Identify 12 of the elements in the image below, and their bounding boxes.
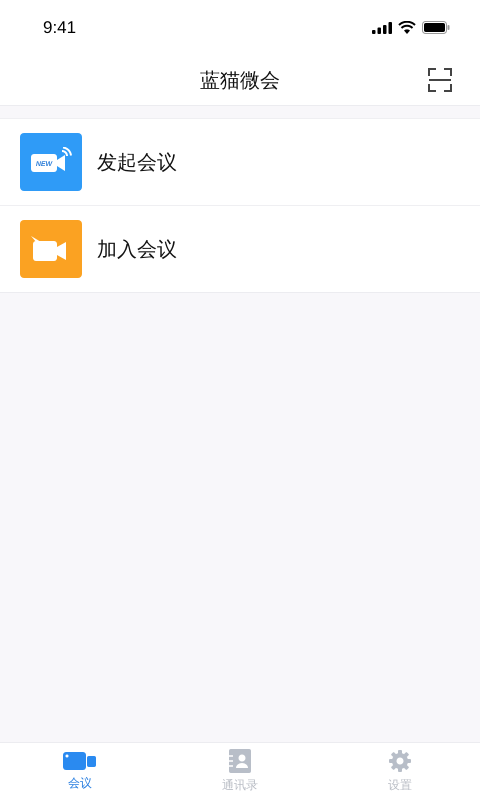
wifi-icon [398,21,416,34]
video-camera-icon [63,751,97,771]
scan-icon[interactable] [428,68,452,92]
menu-item-label[interactable]: 加入会议 [97,236,177,262]
settings-icon [388,749,412,773]
signal-icon [372,22,392,34]
menu-item-label[interactable]: 发起会议 [97,148,177,176]
tab-bar-item[interactable]: 会议 [0,743,160,800]
status-time: 9:41 [43,18,76,38]
app-title: 蓝猫微会 [200,66,280,94]
battery-icon [422,21,450,34]
contacts-icon [228,749,252,773]
